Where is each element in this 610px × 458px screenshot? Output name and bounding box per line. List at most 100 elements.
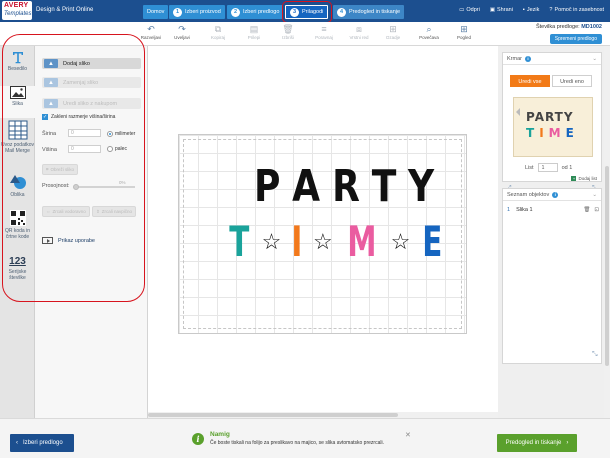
thumbnail-letter: M: [548, 126, 562, 140]
back-label: Izberi predlogo: [23, 440, 63, 446]
layer-order-icon: ⧈: [356, 24, 362, 34]
tool-label: Uveljavi: [174, 35, 190, 40]
folder-icon: ▭: [459, 7, 465, 13]
step-label: Predogled in tiskanje: [349, 9, 401, 15]
label-artboard[interactable]: P A R T Y T ☆ I ☆ M ☆ E: [178, 134, 467, 334]
object-list-header[interactable]: Seznam objektov i ⌄: [503, 189, 601, 201]
tool-label: Izbriši: [282, 35, 294, 40]
add-icon: +: [571, 176, 577, 181]
navigator-panel: Krmar i ⌄ Uredi vse Uredi eno PARTY TIME…: [502, 52, 602, 182]
save-icon: ▣: [489, 7, 496, 13]
trash-icon[interactable]: 🗑: [583, 207, 590, 213]
annotation-circle-step: [282, 1, 332, 23]
logo-subtext: Templates: [4, 11, 32, 17]
design-letter: M: [347, 217, 377, 266]
design-letter: A: [292, 161, 322, 212]
navigator-header[interactable]: Krmar i ⌄: [503, 53, 601, 65]
object-list-title: Seznam objektov: [507, 191, 550, 198]
center-icon: ⊞: [389, 24, 397, 34]
edit-all-button[interactable]: Uredi vse: [510, 75, 550, 87]
view-button[interactable]: ⊞ Pogled: [447, 24, 481, 40]
back-to-template-button[interactable]: ‹ Izberi predlogo: [10, 434, 74, 452]
app-title: Design & Print Online: [36, 7, 94, 13]
tool-label: Vrstni red: [349, 35, 369, 40]
info-icon[interactable]: i: [552, 191, 559, 198]
star-icon: ☆: [261, 229, 282, 254]
step-number: 2: [231, 7, 240, 17]
align-icon: ≡: [321, 24, 327, 34]
design-line-party[interactable]: P A R T Y: [251, 165, 438, 209]
step-select-product[interactable]: 1 Izberi proizvod: [169, 5, 225, 19]
chevron-down-icon[interactable]: ⌄: [592, 192, 597, 198]
add-sheet-label: Dodaj list: [578, 176, 597, 181]
object-name: Slika 1: [516, 207, 533, 213]
redo-button[interactable]: ↷ Uveljavi: [165, 24, 199, 40]
paste-icon: ▤: [249, 24, 259, 34]
step-select-template[interactable]: 2 Izberi predlogo: [227, 5, 284, 19]
next-label: Predogled in tiskanje: [505, 440, 562, 446]
open-link[interactable]: ▭ Odpri: [459, 7, 480, 13]
preview-print-button[interactable]: Predogled in tiskanje ›: [497, 434, 577, 452]
close-icon[interactable]: ✕: [405, 431, 411, 439]
vertical-scrollbar[interactable]: [604, 46, 610, 418]
object-row[interactable]: 1 Slika 1 🗑 ⊡: [507, 207, 599, 213]
layer-order-button[interactable]: ⧈ Vrstni red: [342, 24, 376, 40]
avery-logo[interactable]: AVERY Templates: [2, 1, 32, 20]
delete-button[interactable]: 🗑 Izbriši: [271, 24, 305, 40]
design-letter: Y: [408, 161, 436, 212]
sheet-thumbnail[interactable]: PARTY TIME: [513, 97, 593, 157]
tool-label: Kopiraj: [210, 35, 225, 40]
star-icon: ☆: [313, 229, 333, 254]
flag-icon: ▪: [522, 7, 525, 13]
design-letter: T: [229, 217, 250, 266]
undo-icon: ↶: [147, 24, 155, 34]
align-button[interactable]: ≡ Poravnaj: [307, 24, 341, 40]
design-workspace[interactable]: P A R T Y T ☆ I ☆ M ☆ E: [148, 46, 498, 418]
template-number-label: Številka predloge:: [535, 24, 580, 30]
sheet-select[interactable]: 1: [537, 163, 558, 172]
edit-one-button[interactable]: Uredi eno: [552, 75, 592, 87]
chevron-down-icon[interactable]: ⌄: [592, 56, 597, 62]
scroll-thumb[interactable]: [605, 166, 609, 366]
change-template-button[interactable]: Spremeni predlogo: [549, 34, 602, 44]
template-number: Številka predloge: MD1002: [536, 24, 602, 30]
step-home[interactable]: Domov: [143, 5, 169, 19]
template-number-value: MD1002: [581, 24, 602, 30]
info-icon[interactable]: i: [524, 55, 531, 62]
tool-label: Povečava: [419, 35, 439, 40]
language-link[interactable]: ▪ Jezik: [523, 7, 539, 13]
scroll-thumb[interactable]: [148, 413, 398, 417]
star-icon: ☆: [390, 229, 411, 254]
sheet-pager: List 1 od 1: [525, 163, 572, 172]
collapse-icon[interactable]: ⤡: [592, 351, 598, 359]
top-links: ▭ Odpri ▣ Shrani ▪ Jezik ? Pomoč in zasebnos…: [459, 7, 604, 13]
design-line-time[interactable]: T ☆ I ☆ M ☆ E: [225, 221, 447, 263]
thumbnail-letter: T: [526, 126, 536, 140]
help-link[interactable]: ? Pomoč in zasebnost: [549, 7, 604, 13]
design-letter: E: [422, 217, 443, 266]
chevron-left-icon: ‹: [16, 440, 18, 446]
language-label: Jezik: [526, 7, 540, 13]
annotation-circle-panel: [2, 34, 145, 302]
chevron-right-icon: ›: [566, 440, 569, 446]
zoom-button[interactable]: ⌕ Povečava: [412, 24, 446, 40]
lock-icon[interactable]: ⊡: [594, 207, 599, 213]
logo-text: AVERY: [4, 2, 29, 9]
tool-label: Ozadje: [385, 35, 401, 40]
thumbnail-line1: PARTY: [526, 110, 574, 124]
copy-button[interactable]: ⧉ Kopiraj: [201, 24, 235, 40]
step-preview-print[interactable]: 4 Predogled in tiskanje: [333, 5, 405, 19]
object-list-panel: Seznam objektov i ⌄ 1 Slika 1 🗑 ⊡: [502, 188, 602, 364]
add-sheet-button[interactable]: + Dodaj list: [571, 176, 597, 181]
undo-button[interactable]: ↶ Razveljavi: [134, 24, 168, 40]
step-label: Domov: [147, 9, 165, 15]
bottom-bar: ‹ Izberi predlogo i Namig Če boste tiska…: [0, 418, 610, 458]
design-letter: T: [371, 161, 398, 212]
help-label: Pomoč in zasebnost: [554, 7, 604, 13]
save-label: Shrani: [497, 7, 513, 13]
navigator-title: Krmar: [507, 55, 522, 62]
copy-icon: ⧉: [214, 24, 222, 34]
background-button[interactable]: ⊞ Ozadje: [376, 24, 410, 40]
paste-button[interactable]: ▤ Prilepi: [237, 24, 271, 40]
save-link[interactable]: ▣ Shrani: [490, 7, 513, 13]
